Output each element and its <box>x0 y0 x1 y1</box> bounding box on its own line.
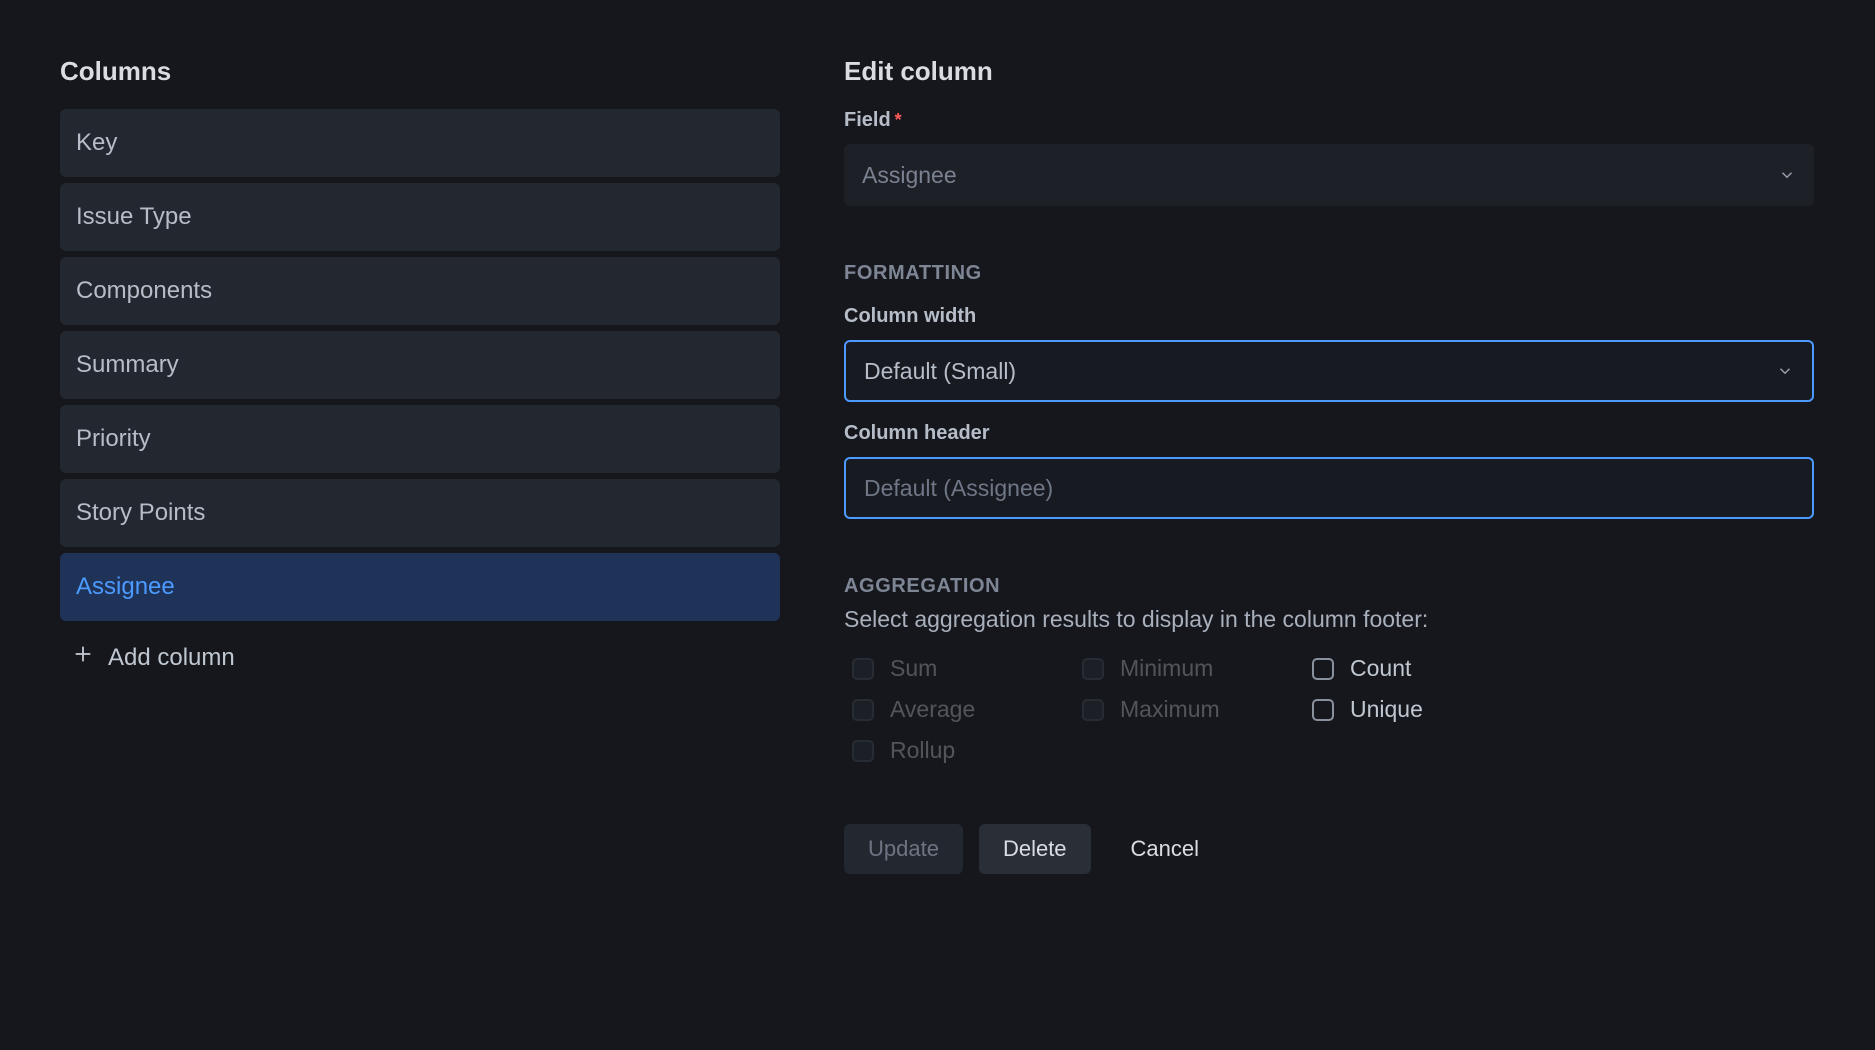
add-column-button[interactable]: Add column <box>60 627 780 688</box>
field-label-text: Field <box>844 109 891 132</box>
delete-button[interactable]: Delete <box>979 824 1091 874</box>
button-row: Update Delete Cancel <box>844 824 1814 874</box>
aggregation-option: Maximum <box>1082 696 1312 723</box>
aggregation-option: Average <box>852 696 1082 723</box>
columns-list-panel: Columns Key Issue Type Components Summary Pr… <box>60 56 780 874</box>
columns-list: Key Issue Type Components Summary Priority St… <box>60 109 780 621</box>
column-item[interactable]: Priority <box>60 405 780 473</box>
aggregation-option[interactable]: Unique <box>1312 696 1542 723</box>
chevron-down-icon <box>1776 362 1794 380</box>
checkbox-icon <box>852 699 874 721</box>
cancel-button[interactable]: Cancel <box>1107 824 1223 874</box>
aggregation-option: Sum <box>852 655 1082 682</box>
aggregation-label: Rollup <box>890 737 955 764</box>
aggregation-grid: Sum Minimum Count Average Maximum Unique Rollu… <box>852 655 1814 764</box>
column-item[interactable]: Components <box>60 257 780 325</box>
formatting-header: FORMATTING <box>844 262 1814 285</box>
aggregation-option[interactable]: Count <box>1312 655 1542 682</box>
column-item[interactable]: Key <box>60 109 780 177</box>
field-select-value: Assignee <box>862 162 957 189</box>
checkbox-icon <box>1082 699 1104 721</box>
column-item-label: Assignee <box>76 573 175 600</box>
add-column-label: Add column <box>108 644 235 672</box>
aggregation-label: Minimum <box>1120 655 1213 682</box>
column-item-label: Components <box>76 277 212 304</box>
edit-column-panel: Edit column Field * Assignee FORMATTING … <box>844 56 1814 874</box>
column-header-label: Column header <box>844 422 1814 445</box>
column-item[interactable]: Issue Type <box>60 183 780 251</box>
column-header-input[interactable] <box>844 457 1814 519</box>
aggregation-label: Average <box>890 696 975 723</box>
aggregation-header: AGGREGATION <box>844 575 1814 598</box>
column-item[interactable]: Summary <box>60 331 780 399</box>
field-block: Field * Assignee <box>844 109 1814 206</box>
field-select[interactable]: Assignee <box>844 144 1814 206</box>
column-item-label: Priority <box>76 425 151 452</box>
update-button[interactable]: Update <box>844 824 963 874</box>
column-header-block: Column header <box>844 422 1814 519</box>
aggregation-description: Select aggregation results to display in… <box>844 606 1814 633</box>
aggregation-label: Sum <box>890 655 937 682</box>
checkbox-icon <box>852 740 874 762</box>
checkbox-icon <box>1082 658 1104 680</box>
column-item-label: Issue Type <box>76 203 192 230</box>
checkbox-icon <box>852 658 874 680</box>
column-item-label: Story Points <box>76 499 205 526</box>
aggregation-label: Count <box>1350 655 1411 682</box>
column-width-value: Default (Small) <box>864 358 1016 385</box>
aggregation-option: Rollup <box>852 737 1082 764</box>
aggregation-option: Minimum <box>1082 655 1312 682</box>
column-width-label: Column width <box>844 305 1814 328</box>
chevron-down-icon <box>1778 166 1796 184</box>
field-label: Field * <box>844 109 1814 132</box>
edit-column-title: Edit column <box>844 56 1814 87</box>
required-star-icon: * <box>895 110 902 131</box>
column-item-label: Key <box>76 129 117 156</box>
aggregation-label: Maximum <box>1120 696 1220 723</box>
plus-icon <box>72 643 94 672</box>
columns-editor: Columns Key Issue Type Components Summary Pr… <box>0 0 1875 914</box>
column-item[interactable]: Story Points <box>60 479 780 547</box>
column-width-select[interactable]: Default (Small) <box>844 340 1814 402</box>
column-item[interactable]: Assignee <box>60 553 780 621</box>
column-width-block: Column width Default (Small) <box>844 305 1814 402</box>
column-item-label: Summary <box>76 351 179 378</box>
checkbox-icon[interactable] <box>1312 699 1334 721</box>
checkbox-icon[interactable] <box>1312 658 1334 680</box>
columns-title: Columns <box>60 56 780 87</box>
aggregation-label: Unique <box>1350 696 1423 723</box>
